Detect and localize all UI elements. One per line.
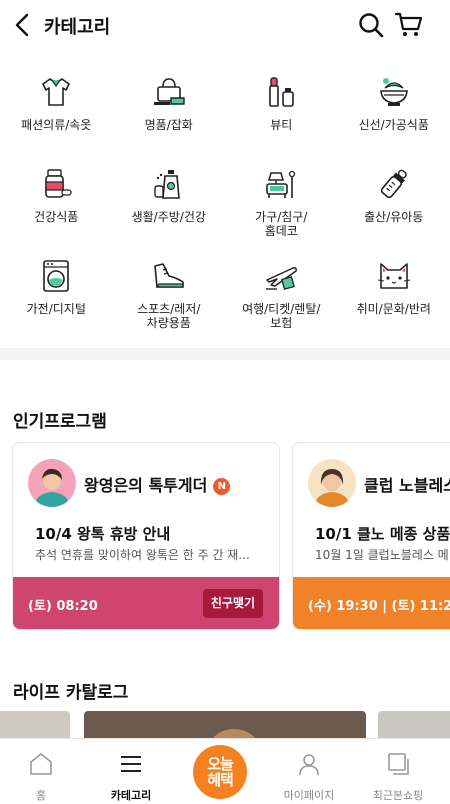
food-bowl-icon [379,78,408,106]
popular-section-title: 인기프로그램 [13,412,107,432]
cosmetics-icon [269,77,295,107]
nav-label: 마이페이지 [283,789,335,802]
category-digital[interactable]: 가전/디지털 [0,250,113,330]
furniture-icon [266,170,296,198]
nav-mypage[interactable]: 마이페이지 [264,739,354,804]
benefit-line1: 오늘 [207,755,234,773]
nav-recent[interactable]: 최근본쇼핑 [353,739,443,804]
category-label: 여행/티켓/렌탈/ 보험 [242,302,321,330]
category-label: 취미/문화/반려 [356,302,431,316]
search-button[interactable] [356,10,386,40]
top-bar: 카테고리 [0,0,450,52]
today-benefit-button[interactable]: 오늘 혜택 [193,745,247,799]
category-label: 출산/유아동 [364,210,424,224]
cart-icon [394,12,423,36]
category-baby[interactable]: 출산/유아동 [338,158,450,238]
nav-home[interactable]: 홈 [0,739,86,804]
category-beauty[interactable]: 뷰티 [225,66,338,146]
shirt-icon [42,78,71,106]
cat-icon [377,263,410,289]
program-description: 추석 연휴를 맞이하여 왕톡은 한 주 간 재... [35,548,250,562]
add-friend-button[interactable]: 친구맺기 [202,589,263,618]
host-name: 클럽 노블레스 [364,476,450,495]
category-sports[interactable]: 스포츠/레저/ 차량용품 [113,250,226,330]
benefit-line2: 혜택 [207,771,234,789]
nav-category[interactable]: 카테고리 [86,739,176,804]
recent-view-icon [388,753,409,775]
category-travel[interactable]: 여행/티켓/렌탈/ 보험 [225,250,338,330]
host-avatar [28,459,76,507]
back-button[interactable] [10,12,36,38]
nav-label: 최근본쇼핑 [372,789,424,802]
life-catalog-title: 라이프 카탈로그 [13,683,129,703]
category-label: 스포츠/레저/ 차량용품 [137,302,201,330]
program-headline: 10/1 클노 메종 상품 미 [315,525,450,543]
program-card[interactable]: 왕영은의 톡투게더 N 10/4 왕톡 휴방 안내 추석 연휴를 맞이하여 왕톡은… [12,442,280,630]
program-footer: (수) 19:30 | (토) 11:20 [293,577,450,629]
category-label: 생활/주방/건강 [131,210,206,224]
host-name-text: 왕영은의 톡투게더 [84,476,208,495]
category-hobby[interactable]: 취미/문화/반려 [338,250,450,330]
category-label: 뷰티 [270,118,293,132]
category-furniture[interactable]: 가구/침구/ 홈데코 [225,158,338,238]
program-description: 10월 1일 클럽노블레스 메 [315,548,449,562]
nav-label: 카테고리 [110,789,152,802]
category-luxury[interactable]: 명품/잡화 [113,66,226,146]
category-label: 패션의류/속옷 [21,118,92,132]
plane-icon [266,267,298,290]
program-footer: (토) 08:20 친구맺기 [13,577,279,629]
category-label: 건강식품 [34,210,79,224]
nav-label: 홈 [35,789,47,802]
cart-button[interactable] [394,9,424,39]
program-card[interactable]: 클럽 노블레스 10/1 클노 메종 상품 미 10월 1일 클럽노블레스 메 … [292,442,450,630]
menu-icon [121,756,141,772]
category-fresh-food[interactable]: 신선/가공식품 [338,66,450,146]
bag-icon [153,78,185,105]
program-headline: 10/4 왕톡 휴방 안내 [35,525,171,543]
section-divider [0,348,450,360]
host-avatar [308,459,356,507]
page-title: 카테고리 [44,17,111,38]
category-fashion[interactable]: 패션의류/속옷 [0,66,113,146]
host-name: 왕영은의 톡투게더 N [84,472,231,496]
supplement-icon [45,169,72,198]
category-label: 명품/잡화 [144,118,193,132]
category-page: 카테고리 패션의류/속옷 명품/잡화 뷰티 신선/가공식품 건강식품 생활/주방… [0,0,450,804]
category-label: 가구/침구/ 홈데코 [255,210,308,238]
baby-bottle-icon [380,169,407,199]
category-health-food[interactable]: 건강식품 [0,158,113,238]
home-icon [30,753,52,775]
category-label: 신선/가공식품 [358,118,429,132]
new-badge: N [213,478,231,495]
sneaker-icon [153,263,184,288]
category-grid: 패션의류/속옷 명품/잡화 뷰티 신선/가공식품 건강식품 생활/주방/건강 가… [0,66,450,330]
category-living[interactable]: 생활/주방/건강 [113,158,226,238]
person-icon [299,754,319,776]
search-icon [359,13,384,38]
chevron-left-icon [15,13,29,37]
category-label: 가전/디지털 [26,302,86,316]
household-icon [154,170,180,199]
broadcast-time: (토) 08:20 [28,599,98,614]
washer-icon [43,260,70,292]
broadcast-time: (수) 19:30 | (토) 11:20 [308,599,450,614]
